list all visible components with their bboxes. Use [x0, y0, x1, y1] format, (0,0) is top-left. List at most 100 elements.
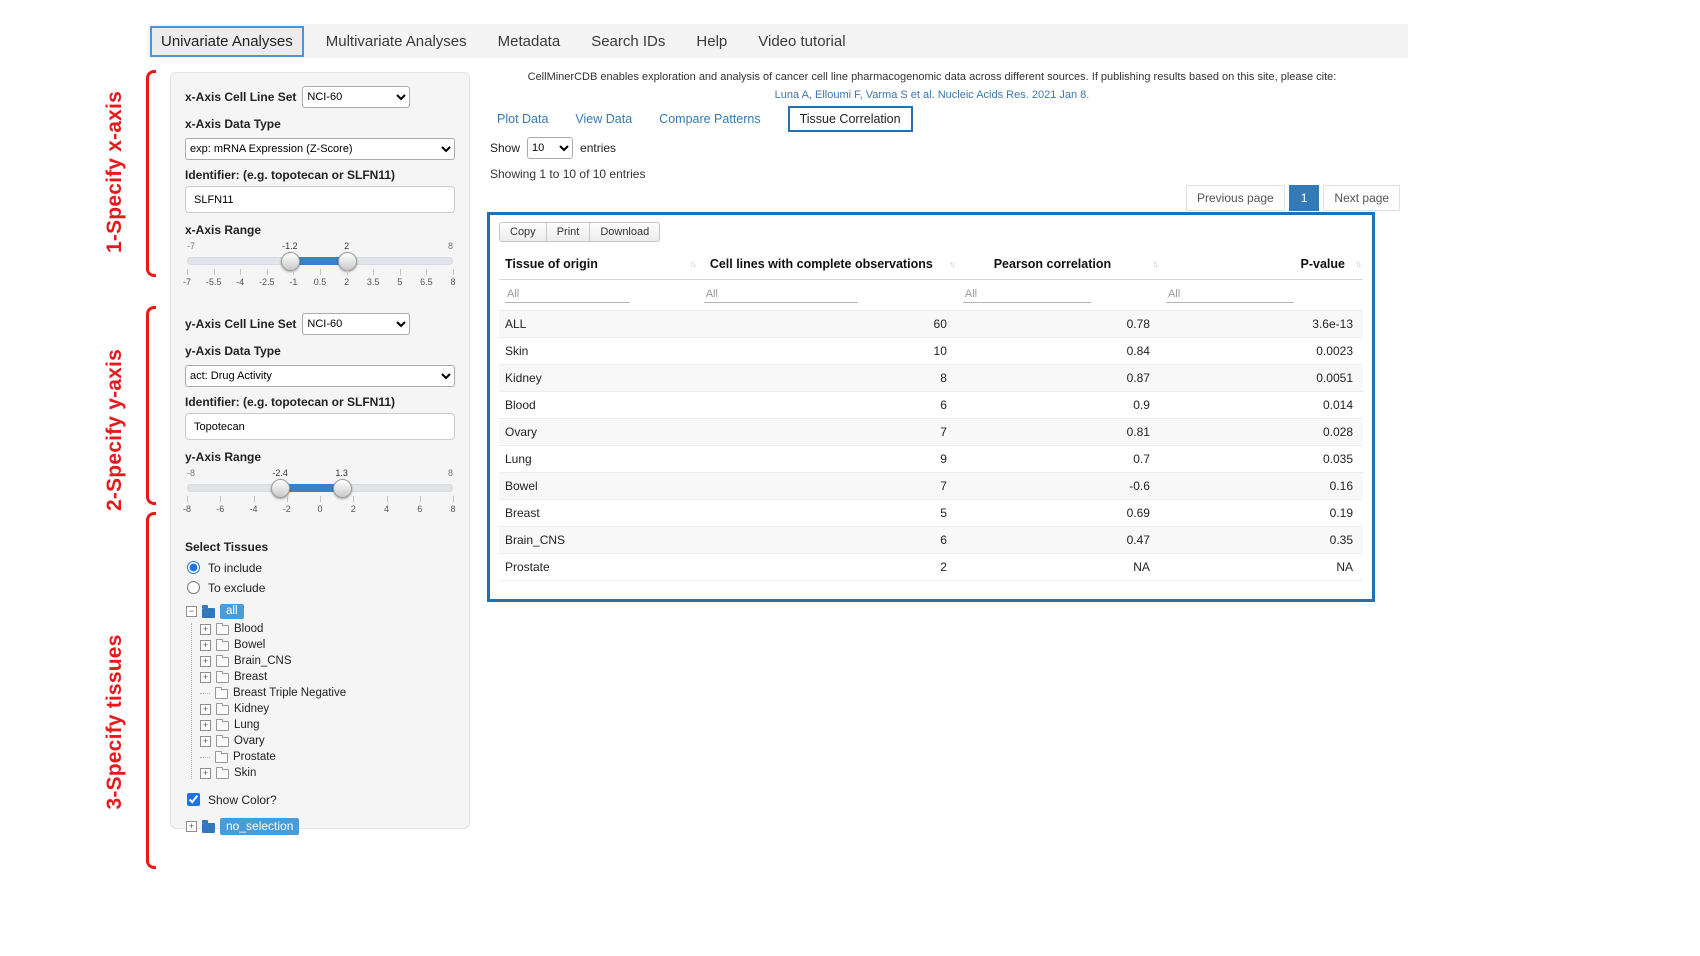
tree-item-skin[interactable]: + Skin [200, 767, 455, 779]
annotation-specify-tissues: 3-Specify tissues [103, 607, 127, 837]
expand-icon[interactable]: + [200, 736, 211, 747]
expand-icon[interactable]: + [200, 640, 211, 651]
nav-tab-multivariate-analyses[interactable]: Multivariate Analyses [324, 27, 469, 56]
filter-input-tissue-of-origin[interactable] [505, 286, 630, 303]
tree-item-all[interactable]: − all [186, 604, 455, 619]
tree-item-kidney[interactable]: + Kidney [200, 703, 455, 715]
exclude-option[interactable]: To exclude [185, 579, 455, 596]
tree-item-label[interactable]: Lung [234, 719, 260, 731]
expand-icon[interactable]: + [200, 624, 211, 635]
filter-input-pearson-correlation[interactable] [963, 286, 1091, 303]
tree-item-ovary[interactable]: + Ovary [200, 735, 455, 747]
y-axis-data-type-select[interactable]: act: Drug Activity [185, 365, 455, 387]
table-row[interactable]: Breast50.690.19 [499, 500, 1363, 527]
sort-icon[interactable]: ↑↓ [949, 259, 954, 269]
tab-plot-data[interactable]: Plot Data [497, 112, 548, 126]
table-row[interactable]: Skin100.840.0023 [499, 338, 1363, 365]
download-button[interactable]: Download [589, 222, 660, 242]
tree-item-label[interactable]: Breast [234, 671, 267, 683]
y-axis-cell-line-set-select[interactable]: NCI-60 [302, 313, 410, 335]
nav-tab-video-tutorial[interactable]: Video tutorial [756, 27, 847, 56]
expand-icon[interactable]: + [200, 768, 211, 779]
include-radio[interactable] [187, 561, 200, 574]
sort-icon[interactable]: ↑↓ [1152, 259, 1157, 269]
previous-page-button[interactable]: Previous page [1186, 185, 1285, 211]
y-axis-range-slider[interactable]: -8 8 -2.4 1.3 -8-6-4-202468 [187, 468, 453, 524]
include-option[interactable]: To include [185, 559, 455, 576]
tree-item-label[interactable]: Ovary [234, 735, 265, 747]
folder-icon [216, 673, 229, 683]
show-color-option[interactable]: Show Color? [185, 791, 455, 808]
tree-item-bowel[interactable]: + Bowel [200, 639, 455, 651]
column-header-tissue-of-origin[interactable]: Tissue of origin↑↓ [499, 249, 698, 280]
tab-view-data[interactable]: View Data [575, 112, 632, 126]
tree-item-lung[interactable]: + Lung [200, 719, 455, 731]
expand-icon[interactable]: + [200, 656, 211, 667]
filter-input-p-value[interactable] [1166, 286, 1294, 303]
citation-link[interactable]: Luna A, Elloumi F, Varma S et al. Nuclei… [488, 89, 1376, 101]
expand-icon[interactable]: + [200, 704, 211, 715]
next-page-button[interactable]: Next page [1323, 185, 1400, 211]
expand-icon[interactable]: + [200, 672, 211, 683]
tree-item-label[interactable]: Brain_CNS [234, 655, 292, 667]
tree-item-breast[interactable]: + Breast [200, 671, 455, 683]
table-row[interactable]: Blood60.90.014 [499, 392, 1363, 419]
column-header-cell-lines-with-complete-observations[interactable]: Cell lines with complete observations↑↓ [698, 249, 957, 280]
nav-tab-search-ids[interactable]: Search IDs [589, 27, 667, 56]
tree-item-prostate[interactable]: Prostate [200, 751, 455, 763]
value-cell: 0.0051 [1160, 365, 1363, 392]
table-row[interactable]: Kidney80.870.0051 [499, 365, 1363, 392]
tree-item-label[interactable]: Bowel [234, 639, 265, 651]
expand-icon[interactable]: + [186, 821, 197, 832]
tree-item-breast-triple-negative[interactable]: Breast Triple Negative [200, 687, 455, 699]
slider-tick-label: 6 [417, 504, 422, 514]
entries-label: entries [580, 141, 616, 155]
entries-select[interactable]: 10 [527, 137, 573, 159]
sort-icon[interactable]: ↑↓ [1355, 259, 1360, 269]
table-row[interactable]: Brain_CNS60.470.35 [499, 527, 1363, 554]
slider-tick [420, 496, 421, 502]
current-page-button[interactable]: 1 [1289, 185, 1320, 211]
column-header-p-value[interactable]: P-value↑↓ [1160, 249, 1363, 280]
nav-tab-help[interactable]: Help [694, 27, 729, 56]
x-axis-data-type-select[interactable]: exp: mRNA Expression (Z-Score) [185, 138, 455, 160]
no-selection-label[interactable]: no_selection [220, 818, 299, 835]
tree-item-brain-cns[interactable]: + Brain_CNS [200, 655, 455, 667]
exclude-radio[interactable] [187, 581, 200, 594]
expand-icon[interactable]: + [200, 720, 211, 731]
slider-tick-label: -4 [249, 504, 257, 514]
collapse-icon[interactable]: − [186, 606, 197, 617]
table-row[interactable]: Bowel7-0.60.16 [499, 473, 1363, 500]
x-axis-range-slider[interactable]: -7 8 -1.2 2 -7-5.5-4-2.5-10.523.556.58 [187, 241, 453, 297]
tree-item-label[interactable]: Blood [234, 623, 263, 635]
no-selection-item[interactable]: + no_selection [186, 818, 455, 835]
tree-item-label[interactable]: Prostate [233, 751, 276, 763]
nav-tab-univariate-analyses[interactable]: Univariate Analyses [150, 26, 304, 57]
table-row[interactable]: Ovary70.810.028 [499, 419, 1363, 446]
show-color-checkbox[interactable] [187, 793, 200, 806]
tree-item-label[interactable]: Skin [234, 767, 256, 779]
tree-item-blood[interactable]: + Blood [200, 623, 455, 635]
column-header-pearson-correlation[interactable]: Pearson correlation↑↓ [957, 249, 1160, 280]
table-row[interactable]: Prostate2NANA [499, 554, 1363, 581]
x-axis-cell-line-set-select[interactable]: NCI-60 [302, 86, 410, 108]
pagination: Previous page 1 Next page [1186, 185, 1400, 211]
table-row[interactable]: Lung90.70.035 [499, 446, 1363, 473]
tree-item-label[interactable]: Breast Triple Negative [233, 687, 346, 699]
tree-item-label[interactable]: Kidney [234, 703, 269, 715]
value-cell: 7 [698, 473, 957, 500]
table-row[interactable]: ALL600.783.6e-13 [499, 311, 1363, 338]
tab-compare-patterns[interactable]: Compare Patterns [659, 112, 760, 126]
tab-tissue-correlation[interactable]: Tissue Correlation [788, 106, 913, 132]
sort-icon[interactable]: ↑↓ [690, 259, 695, 269]
copy-button[interactable]: Copy [499, 222, 547, 242]
nav-tab-metadata[interactable]: Metadata [496, 27, 563, 56]
print-button[interactable]: Print [546, 222, 591, 242]
filter-input-cell-lines-with-complete-observations[interactable] [704, 286, 858, 303]
tree-item-all-label[interactable]: all [220, 604, 244, 619]
x-axis-identifier-input[interactable] [185, 186, 455, 213]
folder-icon [216, 705, 229, 715]
value-cell: 9 [698, 446, 957, 473]
tissue-cell: Ovary [499, 419, 698, 446]
y-axis-identifier-input[interactable] [185, 413, 455, 440]
